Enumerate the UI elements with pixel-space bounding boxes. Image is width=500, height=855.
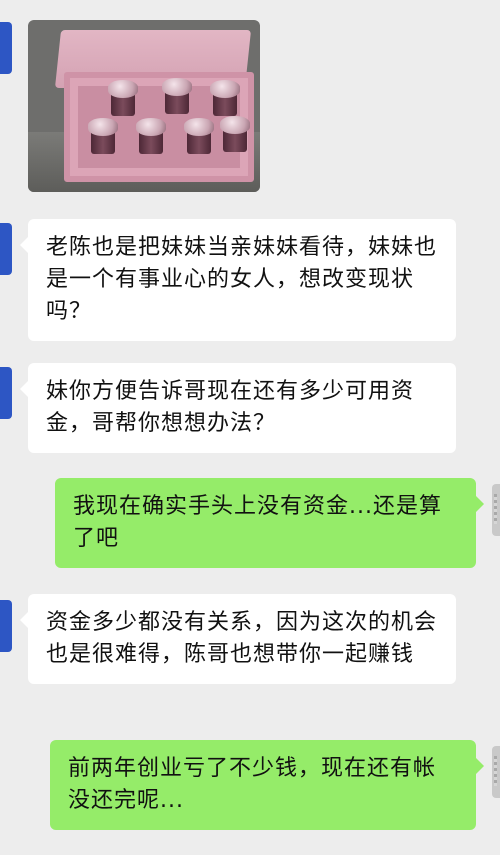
message-text: 妹你方便告诉哥现在还有多少可用资金，哥帮你想想办法？: [46, 379, 415, 436]
my-avatar[interactable]: [492, 746, 500, 798]
bottle-icon: [184, 118, 214, 156]
bottle-icon: [210, 80, 240, 118]
message-text: 我现在确实手头上没有资金...还是算了吧: [73, 494, 442, 551]
image-message[interactable]: [28, 20, 260, 192]
bottle-icon: [88, 118, 118, 156]
message-text: 资金多少都没有关系，因为这次的机会也是很难得，陈哥也想带你一起赚钱: [46, 610, 438, 667]
incoming-message-bubble[interactable]: 老陈也是把妹妹当亲妹妹看待，妹妹也是一个有事业心的女人，想改变现状吗？: [20, 219, 456, 341]
bottle-icon: [108, 80, 138, 118]
contact-avatar[interactable]: [0, 22, 12, 74]
outgoing-message-bubble[interactable]: 我现在确实手头上没有资金...还是算了吧: [55, 478, 484, 568]
my-avatar[interactable]: [492, 484, 500, 536]
outgoing-message-bubble[interactable]: 前两年创业亏了不少钱，现在还有帐没还完呢...: [50, 740, 484, 830]
contact-avatar[interactable]: [0, 223, 12, 275]
bottle-icon: [136, 118, 166, 156]
contact-avatar[interactable]: [0, 600, 12, 652]
contact-avatar[interactable]: [0, 367, 12, 419]
message-text: 前两年创业亏了不少钱，现在还有帐没还完呢...: [68, 756, 437, 813]
incoming-message-bubble[interactable]: 妹你方便告诉哥现在还有多少可用资金，哥帮你想想办法？: [20, 363, 456, 453]
incoming-message-bubble[interactable]: 资金多少都没有关系，因为这次的机会也是很难得，陈哥也想带你一起赚钱: [20, 594, 456, 684]
bottle-icon: [220, 116, 250, 154]
gift-box-tray: [64, 72, 254, 182]
message-text: 老陈也是把妹妹当亲妹妹看待，妹妹也是一个有事业心的女人，想改变现状吗？: [46, 235, 438, 324]
bottle-icon: [162, 78, 192, 116]
